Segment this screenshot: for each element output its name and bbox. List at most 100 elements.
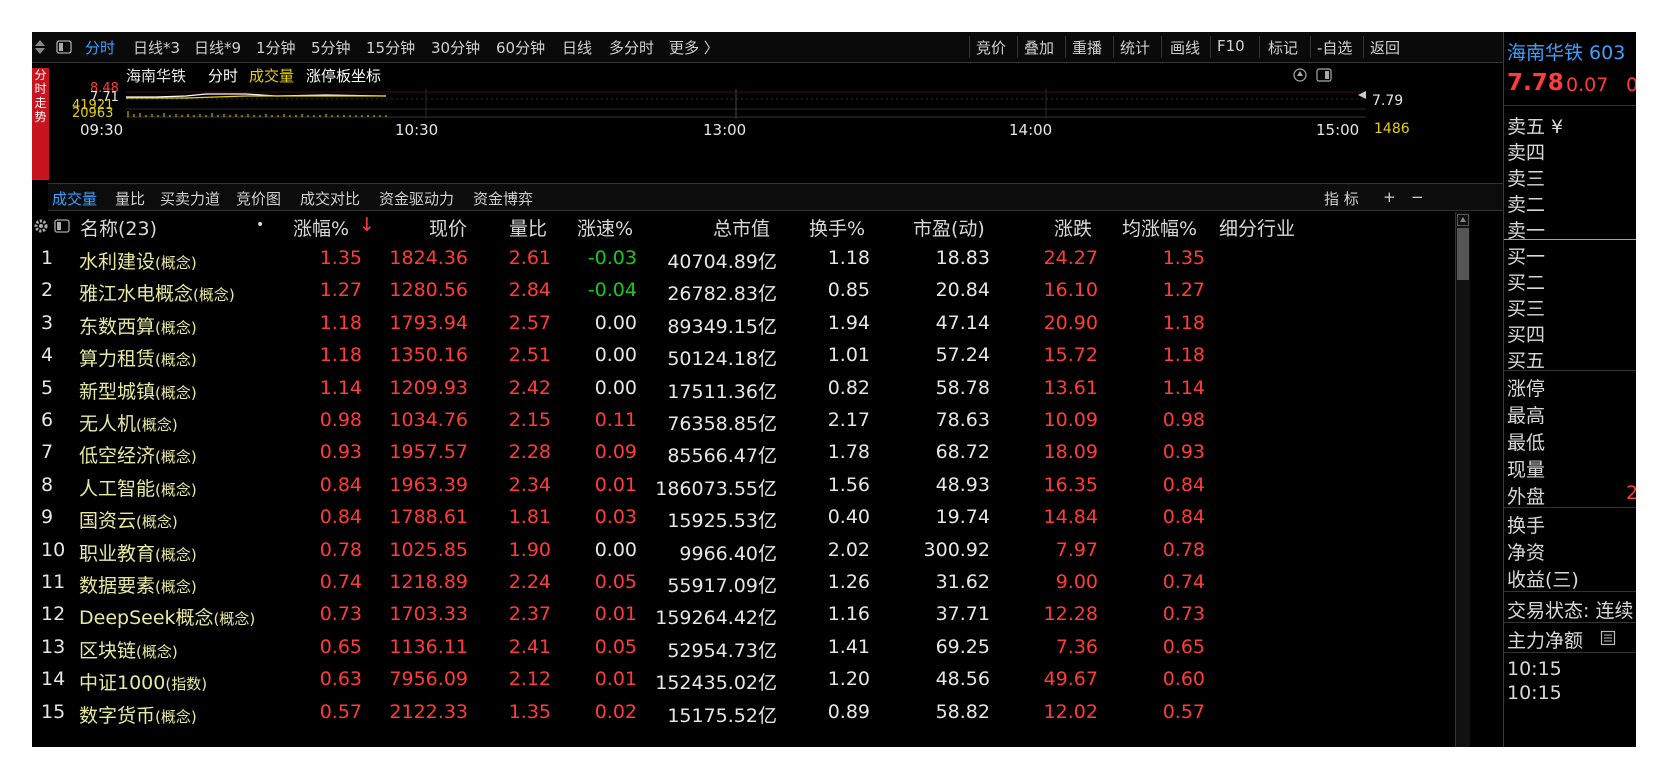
tab-volume[interactable]: 成交量 (52, 188, 97, 209)
table-row[interactable]: 4 1.18 1350.16 2.51 0.00 50124.18亿 1.01 57.24 15… (32, 342, 1492, 376)
stats-button[interactable]: 统计 (1120, 37, 1150, 58)
col-change[interactable]: 涨跌 (1054, 214, 1092, 241)
tab-1min[interactable]: 1分钟 (256, 37, 296, 58)
tab-day9[interactable]: 日线*9 (194, 37, 241, 58)
draw-line-button[interactable]: 画线 (1170, 37, 1200, 58)
col-name[interactable]: 名称(23) (80, 214, 157, 241)
cell-change: 12.28 (1043, 603, 1098, 626)
add-chart-icon[interactable] (1292, 67, 1308, 83)
cell-volume-ratio: 2.41 (508, 635, 551, 658)
settings-gear-icon[interactable] (33, 218, 49, 234)
quote-change-pct-cut: 0 (1626, 74, 1636, 96)
tab-day3[interactable]: 日线*3 (133, 37, 180, 58)
tab-fund-drive[interactable]: 资金驱动力 (379, 188, 454, 209)
scroll-thumb[interactable] (1457, 228, 1469, 280)
col-price[interactable]: 现价 (429, 214, 467, 241)
sector-name-text: 区块链 (79, 639, 137, 662)
cell-change-pct: 0.93 (319, 441, 362, 464)
col-speed[interactable]: 涨速% (577, 214, 633, 241)
watchlist-button[interactable]: -自选 (1317, 37, 1352, 58)
tab-60min[interactable]: 60分钟 (496, 37, 545, 58)
cell-sector-name[interactable]: 人工智能(概念) (79, 474, 197, 501)
cell-sector-name[interactable]: 算力租赁(概念) (79, 344, 197, 371)
tab-30min[interactable]: 30分钟 (431, 37, 480, 58)
cell-sector-name[interactable]: 东数西算(概念) (79, 312, 197, 339)
tab-daily[interactable]: 日线 (562, 37, 592, 58)
cell-volume-ratio: 2.51 (508, 344, 551, 367)
tab-multi[interactable]: 多分时 (609, 37, 654, 58)
chart-panel-icon[interactable] (1316, 67, 1332, 83)
cell-sector-name[interactable]: 区块链(概念) (79, 636, 178, 663)
tab-fund-game[interactable]: 资金博弈 (473, 188, 533, 209)
table-row[interactable]: 12 0.73 1703.33 2.37 0.01 159264.42亿 1.16 37.71… (32, 601, 1492, 635)
sector-name-text: 数字货币 (79, 704, 156, 727)
table-row[interactable]: 3 1.18 1793.94 2.57 0.00 89349.15亿 1.94 47.14 20… (32, 310, 1492, 344)
overlay-button[interactable]: 叠加 (1024, 37, 1054, 58)
cell-sector-name[interactable]: 低空经济(概念) (79, 441, 197, 468)
col-market-cap[interactable]: 总市值 (713, 214, 770, 241)
row-index: 14 (41, 668, 66, 691)
table-row[interactable]: 7 0.93 1957.57 2.28 0.09 85566.47亿 1.78 68.72 18… (32, 439, 1492, 473)
cell-avg-change: 0.57 (1162, 700, 1205, 723)
cell-sector-name[interactable]: 无人机(概念) (79, 409, 178, 436)
panel-toggle-icon[interactable] (56, 40, 72, 54)
table-row[interactable]: 14 0.63 7956.09 2.12 0.01 152435.02亿 1.20 48.56… (32, 666, 1492, 700)
stat-turnover: 换手 (1507, 515, 1546, 537)
cell-sector-name[interactable]: 雅江水电概念(概念) (79, 279, 235, 306)
collapse-arrow-icon[interactable] (34, 38, 46, 56)
table-row[interactable]: 2 1.27 1280.56 2.84 -0.04 26782.83亿 0.85 20.84 1… (32, 277, 1492, 311)
zoom-out-button[interactable]: − (1411, 188, 1424, 206)
col-turnover[interactable]: 换手% (809, 214, 865, 241)
cell-sector-name[interactable]: 国资云(概念) (79, 506, 178, 533)
sector-type-tag: (概念) (136, 416, 178, 434)
table-row[interactable]: 13 0.65 1136.11 2.41 0.05 52954.73亿 1.41 69.25 7… (32, 634, 1492, 668)
table-row[interactable]: 15 0.57 2122.33 1.35 0.02 15175.52亿 0.89 58.82 1… (32, 699, 1492, 733)
cell-sector-name[interactable]: 新型城镇(概念) (79, 377, 197, 404)
tab-buy-sell-force[interactable]: 买卖力道 (160, 188, 220, 209)
cell-sector-name[interactable]: 数字货币(概念) (79, 701, 197, 728)
table-scrollbar[interactable] (1455, 212, 1470, 747)
table-row[interactable]: 8 0.84 1963.39 2.34 0.01 186073.55亿 1.56 48.93 1… (32, 472, 1492, 506)
cell-sector-name[interactable]: 水利建设(概念) (79, 247, 197, 274)
tab-5min[interactable]: 5分钟 (311, 37, 351, 58)
cell-change: 24.27 (1043, 247, 1098, 269)
col-pe[interactable]: 市盈(动) (913, 214, 985, 241)
cell-sector-name[interactable]: DeepSeek概念(概念) (79, 603, 255, 630)
tab-15min[interactable]: 15分钟 (366, 37, 415, 58)
scroll-up-arrow-icon[interactable] (1457, 214, 1469, 226)
cell-sector-name[interactable]: 数据要素(概念) (79, 571, 197, 598)
sector-type-tag: (概念) (155, 545, 197, 564)
table-row[interactable]: 9 0.84 1788.61 1.81 0.03 15925.53亿 0.40 19.74 14… (32, 504, 1492, 538)
table-row[interactable]: 6 0.98 1034.76 2.15 0.11 76358.85亿 2.17 78.63 10… (32, 407, 1492, 441)
cell-market-cap: 40704.89亿 (667, 251, 777, 273)
tab-volume-ratio[interactable]: 量比 (115, 188, 145, 209)
tab-fenshi[interactable]: 分时 (85, 37, 115, 58)
f10-button[interactable]: F10 (1217, 37, 1245, 55)
sort-desc-arrow-icon[interactable]: ↓ (359, 214, 375, 236)
table-row[interactable]: 1 1.35 1824.36 2.61 -0.03 40704.89亿 1.18 18.83 2… (32, 245, 1492, 279)
cell-market-cap: 17511.36亿 (667, 380, 777, 403)
bidding-button[interactable]: 竞价 (976, 37, 1006, 58)
cell-sector-name[interactable]: 职业教育(概念) (79, 539, 197, 566)
table-row[interactable]: 5 1.14 1209.93 2.42 0.00 17511.36亿 0.82 58.78 13… (32, 375, 1492, 409)
tab-bidding-chart[interactable]: 竞价图 (236, 188, 281, 209)
cell-sector-name[interactable]: 中证1000(指数) (79, 668, 207, 695)
replay-button[interactable]: 重播 (1072, 37, 1102, 58)
zoom-in-button[interactable]: + (1383, 188, 1396, 206)
list-doc-icon[interactable] (1600, 630, 1616, 646)
table-row[interactable]: 10 0.78 1025.85 1.90 0.00 9966.40亿 2.02 300.92 7… (32, 537, 1492, 571)
tab-more[interactable]: 更多 〉 (669, 37, 719, 58)
mark-button[interactable]: 标记 (1268, 37, 1298, 58)
tab-trade-compare[interactable]: 成交对比 (300, 188, 360, 209)
indicator-button[interactable]: 指 标 (1324, 188, 1359, 209)
back-button[interactable]: 返回 (1370, 37, 1400, 58)
intraday-side-tab[interactable]: 分时走势 (32, 68, 49, 180)
col-change-pct[interactable]: 涨幅% (293, 214, 349, 241)
cell-turnover: 1.78 (827, 441, 870, 464)
col-volume-ratio[interactable]: 量比 (509, 214, 547, 241)
list-panel-icon[interactable] (54, 218, 70, 234)
col-avg-change[interactable]: 均涨幅% (1122, 214, 1197, 241)
cell-turnover: 1.56 (827, 473, 870, 496)
col-industry[interactable]: 细分行业 (1219, 214, 1295, 241)
table-row[interactable]: 11 0.74 1218.89 2.24 0.05 55917.09亿 1.26 31.62 9… (32, 569, 1492, 603)
